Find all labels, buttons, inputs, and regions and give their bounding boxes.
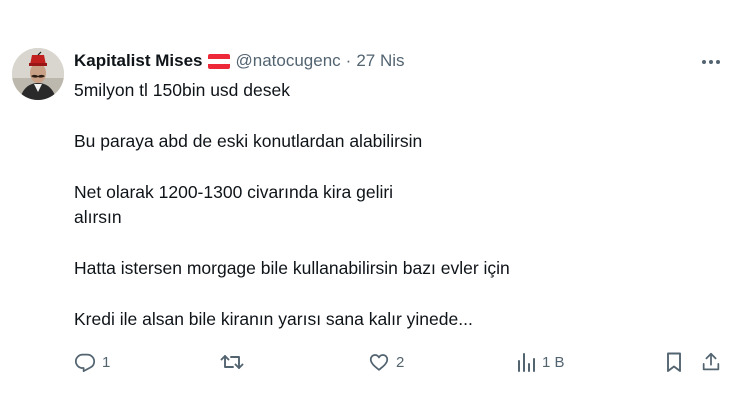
tweet-paragraph: Net olarak 1200-1300 civarında kira geli… xyxy=(74,182,394,202)
tweet-header: Kapitalist Mises @natocugenc · 27 Nis xyxy=(74,48,405,74)
avatar-image xyxy=(12,48,64,100)
more-dots-icon xyxy=(702,60,720,64)
bookmark-icon xyxy=(667,352,681,372)
austria-flag-icon xyxy=(207,53,230,69)
tweet-actions: 1 2 1 B xyxy=(74,348,724,376)
reply-icon xyxy=(74,353,96,373)
user-handle[interactable]: @natocugenc xyxy=(236,51,341,71)
bookmark-button[interactable] xyxy=(664,348,684,376)
tweet-paragraph: alırsın xyxy=(74,207,122,227)
separator-dot: · xyxy=(345,51,352,70)
more-options-button[interactable] xyxy=(698,53,724,71)
views-count: 1 B xyxy=(542,353,565,371)
tweet-paragraph: Kredi ile alsan bile kiranın yarısı sana… xyxy=(74,309,473,329)
like-count: 2 xyxy=(396,353,405,371)
tweet-card: Kapitalist Mises @natocugenc · 27 Nis 5m… xyxy=(0,0,730,420)
reply-count: 1 xyxy=(102,353,111,371)
views-chart-icon xyxy=(518,353,535,372)
reply-button[interactable]: 1 xyxy=(74,348,110,376)
views-button[interactable]: 1 B xyxy=(516,348,565,376)
tweet-paragraph: 5milyon tl 150bin usd desek xyxy=(74,80,290,100)
retweet-icon xyxy=(220,355,244,369)
tweet-date[interactable]: 27 Nis xyxy=(356,51,404,71)
tweet-paragraph: Hatta istersen morgage bile kullanabilir… xyxy=(74,258,510,278)
retweet-button[interactable] xyxy=(220,348,250,376)
share-icon xyxy=(702,352,720,371)
tweet-text: 5milyon tl 150bin usd desek Bu paraya ab… xyxy=(74,78,704,332)
share-button[interactable] xyxy=(700,348,722,376)
tweet-paragraph: Bu paraya abd de eski konutlardan alabil… xyxy=(74,131,423,151)
heart-icon xyxy=(369,354,389,371)
display-name[interactable]: Kapitalist Mises xyxy=(74,51,203,71)
like-button[interactable]: 2 xyxy=(368,348,404,376)
avatar[interactable] xyxy=(12,48,64,100)
